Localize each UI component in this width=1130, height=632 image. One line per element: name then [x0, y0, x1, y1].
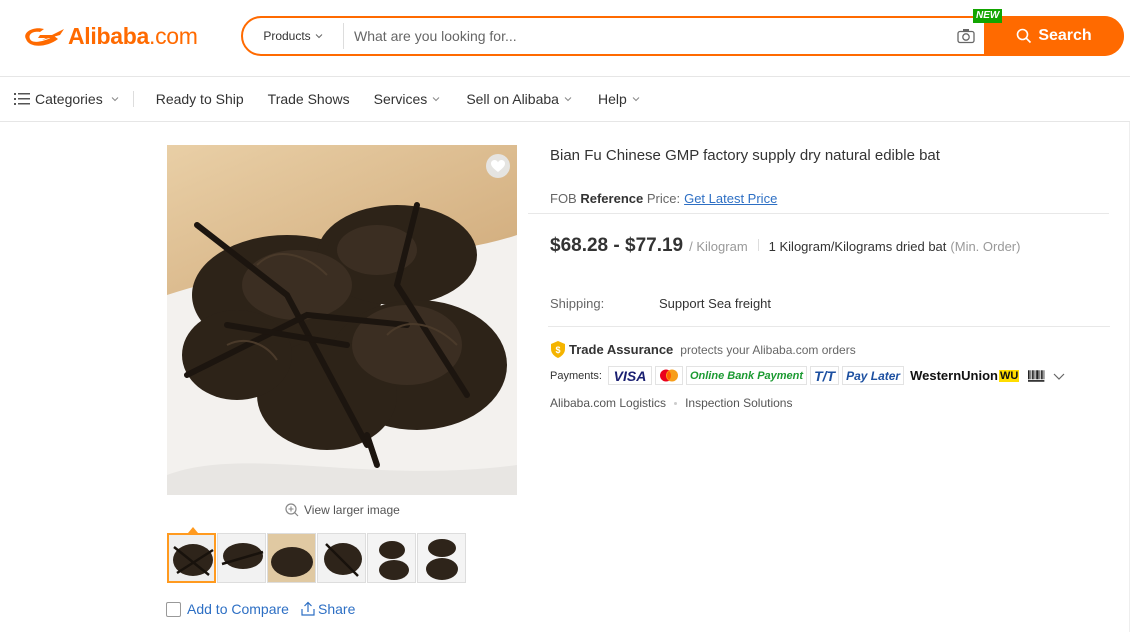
divider: [548, 326, 1110, 327]
mastercard-icon: [654, 366, 683, 385]
pay-later-icon: Pay Later: [842, 366, 905, 385]
zoom-in-icon: [285, 503, 299, 517]
view-larger-image-link[interactable]: View larger image: [285, 503, 400, 517]
search-icon: [1017, 28, 1032, 44]
alibaba-logistics-link[interactable]: Alibaba.com Logistics: [550, 396, 666, 410]
thumbnail-strip: [167, 533, 466, 583]
share-icon: [301, 601, 315, 616]
nav-divider: [132, 91, 134, 107]
nav-categories-label: Categories: [35, 91, 103, 107]
online-bank-payment-icon: Online Bank Payment: [685, 366, 808, 385]
nav-categories[interactable]: Categories: [14, 91, 119, 107]
price-row: $68.28 - $77.19 / Kilogram 1 Kilogram/Ki…: [550, 235, 1020, 257]
get-latest-price-link[interactable]: Get Latest Price: [684, 191, 777, 206]
thumbnail-5[interactable]: [367, 533, 416, 583]
payments-label: Payments:: [550, 369, 602, 382]
separator-dot: [674, 401, 678, 405]
nav-sell-on-alibaba[interactable]: Sell on Alibaba: [466, 91, 572, 107]
thumbnail-6[interactable]: [417, 533, 466, 583]
search-category-label: Products: [263, 29, 311, 43]
thumbnail-2[interactable]: [217, 533, 266, 583]
product-title: Bian Fu Chinese GMP factory supply dry n…: [550, 147, 940, 164]
site-header: Alibaba.com Products Search NEW: [0, 0, 1130, 77]
thumbnail-4[interactable]: [317, 533, 366, 583]
alibaba-logo[interactable]: Alibaba.com: [20, 22, 198, 50]
compare-checkbox[interactable]: [166, 601, 181, 617]
share-button[interactable]: Share: [300, 601, 355, 617]
chevron-down-icon[interactable]: [1052, 369, 1066, 383]
logo-wordmark: Alibaba.com: [68, 22, 198, 49]
visa-icon: VISA: [607, 366, 652, 385]
tt-payment-icon: T/T: [810, 366, 840, 385]
alibaba-logo-icon: [25, 28, 64, 46]
chevron-down-icon: [315, 34, 323, 39]
nav-trade-shows[interactable]: Trade Shows: [268, 91, 350, 107]
min-order-note: (Min. Order): [950, 239, 1021, 254]
min-order-quantity: 1 Kilogram/Kilograms dried bat: [768, 239, 947, 254]
service-links: Alibaba.com Logistics Inspection Solutio…: [550, 396, 792, 410]
boleto-barcode-icon: [1025, 366, 1049, 385]
trade-assurance-shield-icon: $: [551, 341, 565, 358]
product-main-image[interactable]: [167, 145, 517, 495]
search-button-label: Search: [1038, 27, 1092, 44]
menu-icon: [14, 93, 30, 105]
svg-text:$: $: [555, 345, 560, 355]
add-to-compare-label: Add to Compare: [187, 601, 289, 617]
add-to-compare[interactable]: Add to Compare: [166, 601, 289, 617]
share-label: Share: [318, 601, 356, 617]
trade-assurance[interactable]: $ Trade Assurance protects your Alibaba.…: [550, 341, 856, 358]
thumbnail-1[interactable]: [167, 533, 216, 583]
payment-methods: Payments: VISA Online Bank Payment T/T P…: [550, 366, 1066, 385]
nav-ready-to-ship[interactable]: Ready to Ship: [156, 91, 244, 107]
shipping-label: Shipping:: [550, 296, 605, 311]
price-range: $68.28 - $77.19: [550, 235, 684, 256]
search-input[interactable]: [344, 18, 948, 54]
nav-help[interactable]: Help: [598, 91, 640, 107]
fob-price-line: FOB Reference Price: Get Latest Price: [550, 191, 778, 206]
thumbnail-3[interactable]: [267, 533, 316, 583]
price-divider: [757, 239, 759, 251]
price-unit: / Kilogram: [689, 239, 748, 254]
divider: [528, 213, 1109, 214]
trade-assurance-label: Trade Assurance: [569, 342, 674, 357]
chevron-down-icon: [432, 97, 440, 102]
chevron-down-icon: [632, 97, 640, 102]
search-button[interactable]: Search: [984, 16, 1124, 56]
chevron-down-icon: [564, 97, 572, 102]
western-union-icon: WesternUnion WU: [910, 368, 1020, 383]
view-larger-label: View larger image: [304, 503, 400, 517]
search-category-dropdown[interactable]: Products: [243, 23, 344, 49]
shipping-value: Support Sea freight: [659, 296, 772, 311]
inspection-solutions-link[interactable]: Inspection Solutions: [685, 396, 792, 410]
trade-assurance-note: protects your Alibaba.com orders: [680, 342, 856, 357]
favorite-heart-icon[interactable]: [486, 154, 510, 178]
camera-search-icon[interactable]: [948, 18, 984, 54]
nav-services[interactable]: Services: [374, 91, 441, 107]
chevron-down-icon: [111, 97, 119, 102]
main-nav: Categories Ready to Ship Trade Shows Ser…: [0, 77, 1130, 122]
new-badge: NEW: [973, 9, 1003, 23]
